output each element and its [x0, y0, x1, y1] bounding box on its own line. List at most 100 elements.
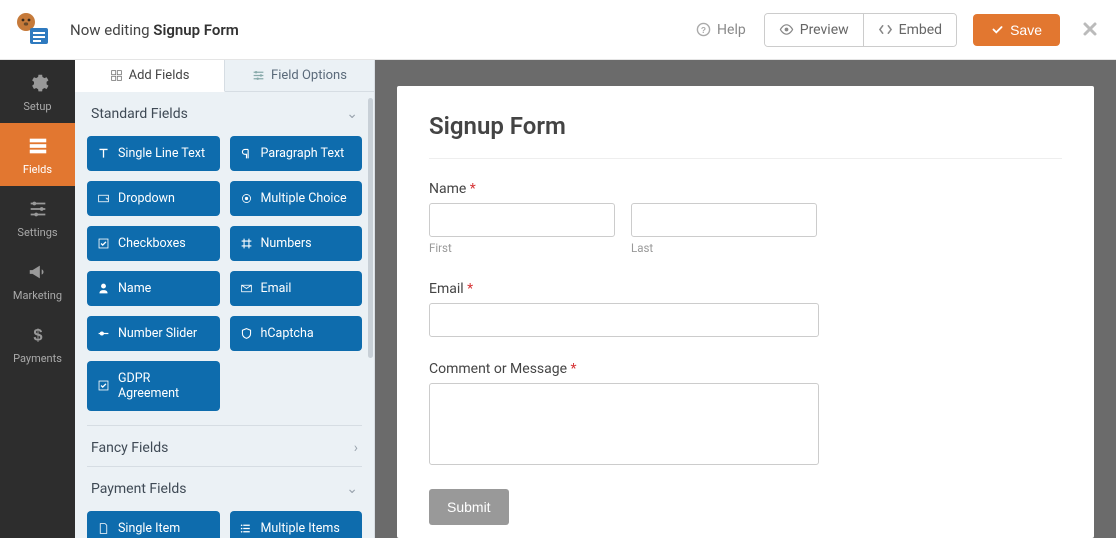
- nav-payments-label: Payments: [13, 352, 62, 365]
- field-name[interactable]: Name: [87, 271, 220, 306]
- radio-icon: [240, 192, 253, 205]
- envelope-icon: [240, 282, 253, 295]
- help-label: Help: [717, 22, 746, 38]
- comment-label: Comment or Message *: [429, 361, 1062, 377]
- field-numbers[interactable]: Numbers: [230, 226, 363, 261]
- section-payment-label: Payment Fields: [91, 481, 186, 497]
- field-single-item[interactable]: Single Item: [87, 511, 220, 538]
- form-title: Signup Form: [429, 112, 1062, 159]
- dollar-icon: $: [27, 324, 49, 346]
- nav-fields-label: Fields: [23, 163, 52, 176]
- preview-label: Preview: [800, 22, 849, 38]
- embed-button[interactable]: Embed: [863, 14, 956, 46]
- first-sublabel: First: [429, 241, 615, 255]
- code-icon: [878, 22, 893, 37]
- comment-label-text: Comment or Message: [429, 361, 567, 377]
- comment-textarea[interactable]: [429, 383, 819, 465]
- dropdown-icon: [97, 192, 110, 205]
- hash-icon: [240, 237, 253, 250]
- required-asterisk: *: [470, 181, 476, 197]
- fields-icon: [27, 135, 49, 157]
- field-email[interactable]: Email: [230, 271, 363, 306]
- email-input[interactable]: [429, 303, 819, 337]
- section-payment-fields[interactable]: Payment Fields ⌄: [87, 467, 362, 507]
- slider-icon: [97, 327, 110, 340]
- field-number-slider[interactable]: Number Slider: [87, 316, 220, 351]
- field-dropdown[interactable]: Dropdown: [87, 181, 220, 216]
- main-layout: Setup Fields Settings Marketing $ Paymen…: [0, 60, 1116, 538]
- tab-add-fields[interactable]: Add Fields: [75, 60, 225, 92]
- email-label: Email *: [429, 281, 1062, 297]
- editing-label: Now editing Signup Form: [70, 21, 239, 39]
- eye-icon: [779, 22, 794, 37]
- field-label: Multiple Choice: [261, 191, 347, 206]
- list-icon: [240, 522, 253, 535]
- field-label: Numbers: [261, 236, 312, 251]
- nav-settings[interactable]: Settings: [0, 186, 75, 249]
- check-square-icon: [97, 379, 110, 392]
- nav-marketing[interactable]: Marketing: [0, 249, 75, 312]
- sliders-small-icon: [252, 69, 265, 82]
- user-icon: [97, 282, 110, 295]
- nav-setup-label: Setup: [23, 100, 51, 113]
- nav-settings-label: Settings: [17, 226, 57, 239]
- field-checkboxes[interactable]: Checkboxes: [87, 226, 220, 261]
- first-name-input[interactable]: [429, 203, 615, 237]
- section-standard-label: Standard Fields: [91, 106, 188, 122]
- gear-icon: [27, 72, 49, 94]
- embed-label: Embed: [899, 22, 942, 38]
- field-multiple-items[interactable]: Multiple Items: [230, 511, 363, 538]
- section-fancy-fields[interactable]: Fancy Fields ›: [87, 426, 362, 466]
- field-hcaptcha[interactable]: hCaptcha: [230, 316, 363, 351]
- close-icon: [1082, 21, 1098, 37]
- panel-scrollbar[interactable]: [368, 98, 373, 358]
- field-label: Checkboxes: [118, 236, 186, 251]
- editing-form-name: Signup Form: [153, 21, 239, 39]
- save-button[interactable]: Save: [973, 14, 1060, 46]
- field-label: Single Item: [118, 521, 180, 536]
- field-label: GDPR Agreement: [118, 371, 210, 401]
- bullhorn-icon: [27, 261, 49, 283]
- nav-payments[interactable]: $ Payments: [0, 312, 75, 375]
- editing-prefix: Now editing: [70, 21, 153, 39]
- payment-fields-grid: Single Item Multiple Items: [87, 507, 362, 538]
- field-gdpr-agreement[interactable]: GDPR Agreement: [87, 361, 220, 411]
- preview-button[interactable]: Preview: [765, 14, 863, 46]
- help-link[interactable]: ? Help: [696, 22, 746, 38]
- name-label: Name *: [429, 181, 1062, 197]
- name-label-text: Name: [429, 181, 466, 197]
- wpforms-logo: [12, 10, 52, 50]
- required-asterisk: *: [571, 361, 577, 377]
- panel-body: Standard Fields ⌄ Single Line Text Parag…: [75, 92, 374, 538]
- preview-embed-group: Preview Embed: [764, 13, 957, 47]
- preview-card: Signup Form Name * First Last Email *: [397, 86, 1094, 538]
- document-icon: [97, 522, 110, 535]
- svg-text:?: ?: [701, 25, 706, 35]
- field-label: Number Slider: [118, 326, 197, 341]
- submit-button[interactable]: Submit: [429, 489, 509, 525]
- close-button[interactable]: [1082, 18, 1098, 42]
- chevron-right-icon: ›: [354, 440, 358, 456]
- paragraph-icon: [240, 147, 253, 160]
- field-label: hCaptcha: [261, 326, 314, 341]
- left-nav: Setup Fields Settings Marketing $ Paymen…: [0, 60, 75, 538]
- field-multiple-choice[interactable]: Multiple Choice: [230, 181, 363, 216]
- name-field-group: First Last: [429, 203, 1062, 255]
- shield-icon: [240, 327, 253, 340]
- tab-add-label: Add Fields: [129, 68, 190, 83]
- field-single-line-text[interactable]: Single Line Text: [87, 136, 220, 171]
- tab-field-options[interactable]: Field Options: [225, 60, 374, 92]
- sliders-icon: [27, 198, 49, 220]
- check-icon: [991, 23, 1004, 36]
- help-icon: ?: [696, 22, 711, 37]
- field-paragraph-text[interactable]: Paragraph Text: [230, 136, 363, 171]
- nav-setup[interactable]: Setup: [0, 60, 75, 123]
- field-label: Email: [261, 281, 292, 296]
- chevron-down-icon: ⌄: [346, 481, 358, 497]
- nav-fields[interactable]: Fields: [0, 123, 75, 186]
- section-standard-fields[interactable]: Standard Fields ⌄: [87, 92, 362, 132]
- save-label: Save: [1010, 22, 1042, 38]
- top-bar: Now editing Signup Form ? Help Preview E…: [0, 0, 1116, 60]
- last-name-input[interactable]: [631, 203, 817, 237]
- panel-tabs: Add Fields Field Options: [75, 60, 374, 92]
